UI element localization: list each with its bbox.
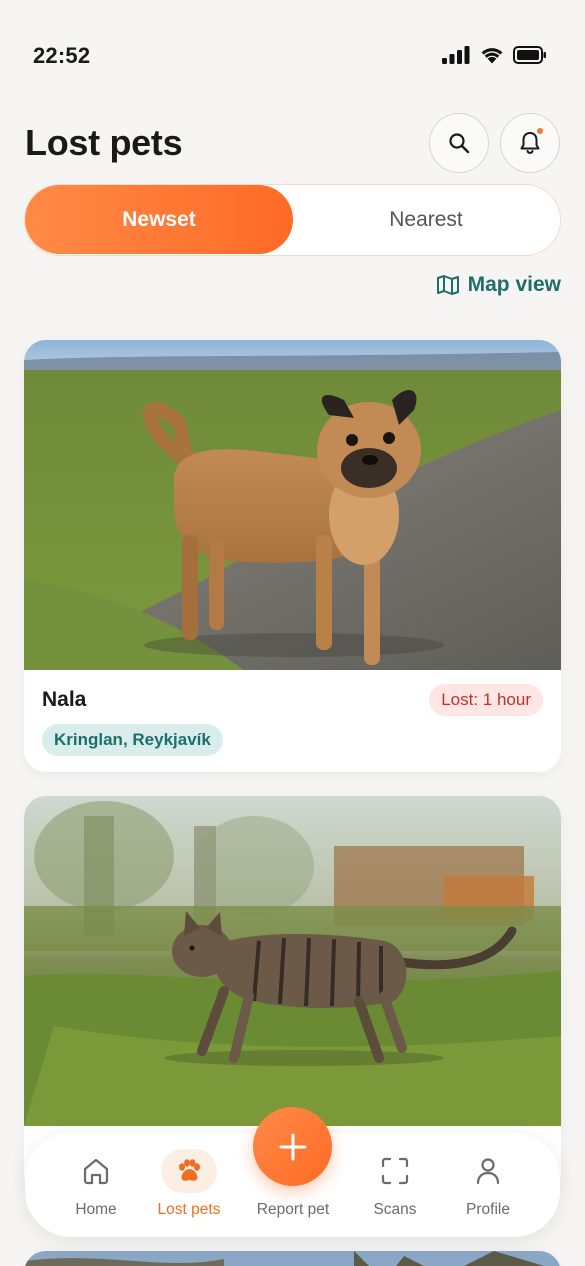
nav-scans[interactable]: Scans <box>345 1133 445 1237</box>
cellular-signal-icon <box>442 45 470 64</box>
map-view-label: Map view <box>467 273 561 296</box>
pet-name: Nala <box>42 688 87 711</box>
nav-home-label: Home <box>75 1201 117 1218</box>
report-pet-button[interactable] <box>253 1107 332 1186</box>
location-badge: Kringlan, Reykjavík <box>42 724 223 756</box>
status-icons <box>441 45 547 64</box>
map-icon <box>436 275 459 295</box>
pet-card[interactable] <box>24 1251 561 1266</box>
status-time: 22:52 <box>33 43 91 68</box>
notification-dot <box>536 127 544 135</box>
nav-home[interactable]: Home <box>46 1133 146 1237</box>
home-icon <box>68 1149 124 1193</box>
pet-card[interactable]: Nala Lost: 1 hour Kringlan, Reykjavík <box>24 340 561 772</box>
scan-icon <box>367 1149 423 1193</box>
pet-photo-cat <box>24 796 561 1126</box>
page-title: Lost pets <box>25 122 183 163</box>
map-view-link[interactable]: Map view <box>436 273 561 297</box>
wifi-icon <box>481 48 503 64</box>
plus-icon <box>279 1133 306 1160</box>
nav-lost-pets-label: Lost pets <box>157 1201 221 1218</box>
nav-profile[interactable]: Profile <box>438 1133 538 1237</box>
search-button[interactable] <box>429 113 489 173</box>
nav-scans-label: Scans <box>373 1201 417 1218</box>
tab-nearest[interactable]: Nearest <box>292 185 560 254</box>
user-icon <box>460 1149 516 1193</box>
nav-profile-label: Profile <box>466 1201 510 1218</box>
search-icon <box>449 133 470 154</box>
paw-icon <box>161 1149 217 1193</box>
battery-icon <box>513 45 546 64</box>
lost-pets-screen: 22:52 Lost pets Newset Nearest Map view … <box>0 0 585 1266</box>
pet-photo-peek <box>24 1251 561 1266</box>
pet-photo-dog <box>24 340 561 670</box>
lost-time-badge: Lost: 1 hour <box>429 684 543 716</box>
tab-newest[interactable]: Newset <box>25 185 293 254</box>
sort-segmented-control: Newset Nearest <box>24 184 561 256</box>
nav-report-pet-label: Report pet <box>256 1201 330 1218</box>
nav-lost-pets[interactable]: Lost pets <box>139 1133 239 1237</box>
notifications-button[interactable] <box>500 113 560 173</box>
status-bar: 22:52 <box>0 0 585 110</box>
